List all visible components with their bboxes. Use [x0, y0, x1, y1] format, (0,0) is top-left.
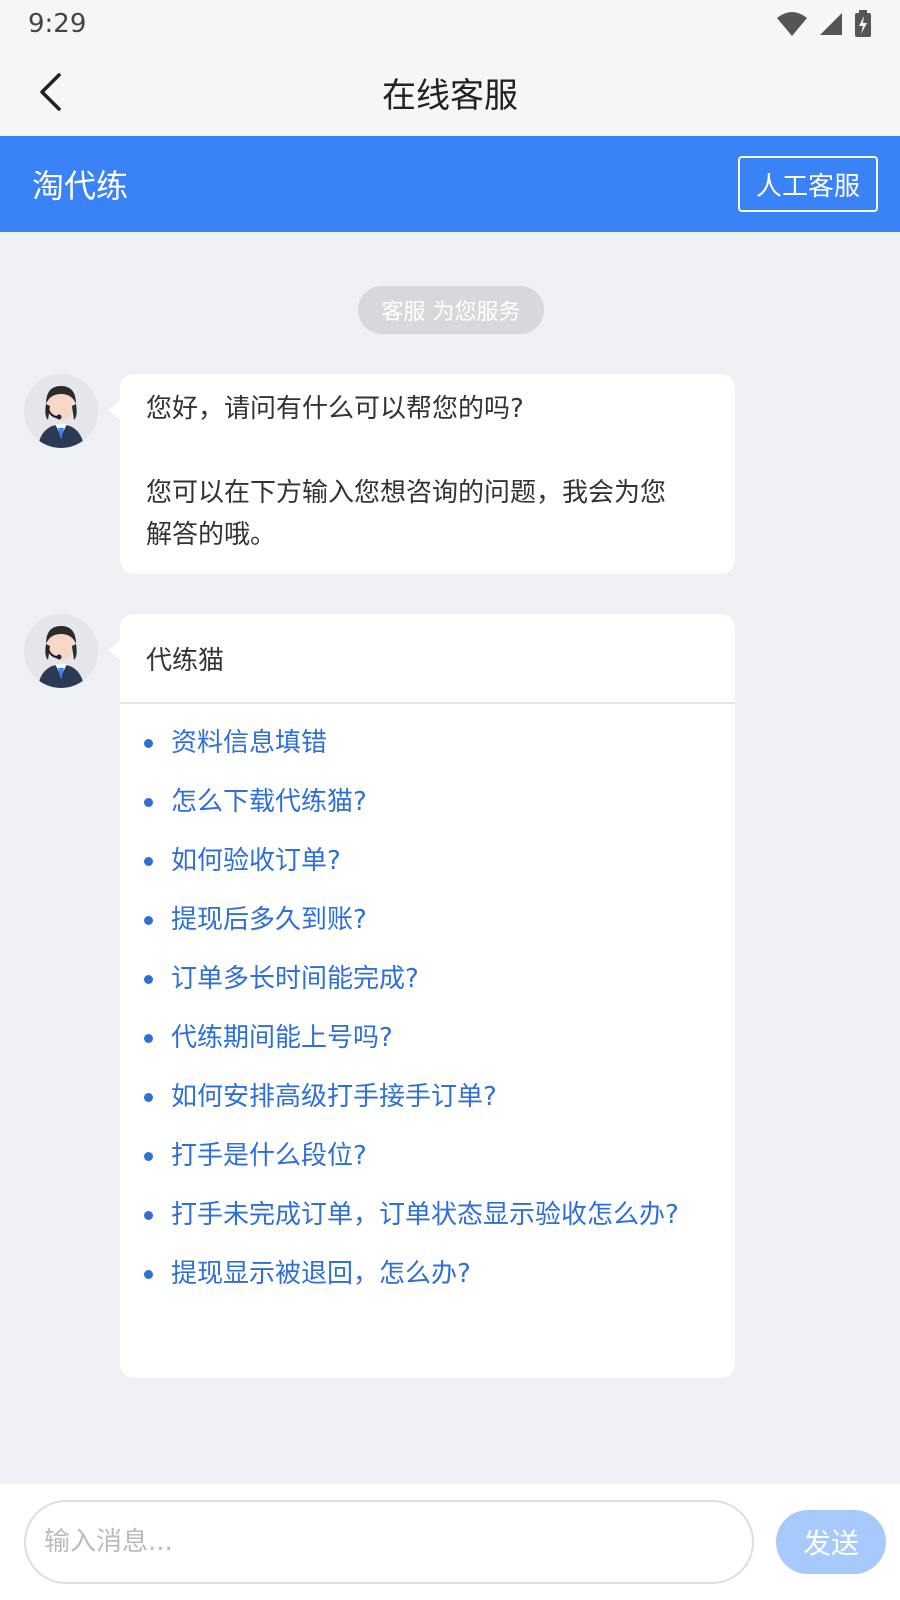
faq-item-label: 提现后多久到账? — [171, 905, 367, 935]
send-button[interactable]: 发送 — [776, 1510, 886, 1574]
faq-item[interactable]: 代练期间能上号吗? — [144, 1017, 709, 1059]
human-service-button[interactable]: 人工客服 — [737, 156, 878, 212]
agent-avatar — [24, 374, 98, 448]
customer-service-avatar-icon — [24, 614, 98, 688]
faq-item[interactable]: 如何验收订单? — [144, 840, 709, 882]
chevron-left-icon — [40, 73, 61, 111]
faq-item[interactable]: 怎么下载代练猫? — [144, 781, 709, 823]
faq-item-label: 提现显示被退回，怎么办? — [171, 1259, 471, 1289]
faq-item-label: 代练期间能上号吗? — [171, 1023, 393, 1053]
faq-item-label: 打手是什么段位? — [171, 1141, 367, 1171]
brand-bar: 淘代练 人工客服 — [0, 136, 900, 232]
faq-item-label: 订单多长时间能完成? — [171, 964, 419, 994]
bullet-dot — [144, 1034, 153, 1043]
system-notice: 客服 为您服务 — [358, 286, 544, 334]
faq-item[interactable]: 打手未完成订单，订单状态显示验收怎么办? — [144, 1194, 709, 1236]
message-text: 您好，请问有什么可以帮您的吗? — [146, 394, 524, 424]
bullet-dot — [144, 857, 153, 866]
chat-screen: 9:29 在线客服 淘代练 人工客服 客服 为您服务 您好，请问有什么可以帮您的… — [0, 0, 900, 1600]
page-title: 在线客服 — [382, 75, 518, 116]
message-text: 您可以在下方输入您想咨询的问题，我会为您 — [146, 478, 667, 508]
faq-item[interactable]: 提现后多久到账? — [144, 899, 709, 941]
wifi-icon — [776, 11, 808, 37]
agent-message-greeting: 您好，请问有什么可以帮您的吗? 您可以在下方输入您想咨询的问题，我会为您 解答的… — [108, 374, 735, 574]
faq-item[interactable]: 资料信息填错 — [144, 722, 709, 764]
faq-item-label: 怎么下载代练猫? — [171, 787, 367, 817]
faq-item-label: 如何安排高级打手接手订单? — [171, 1082, 497, 1112]
bullet-dot — [144, 1152, 153, 1161]
status-bar: 9:29 — [0, 0, 900, 48]
faq-item[interactable]: 提现显示被退回，怎么办? — [144, 1253, 709, 1295]
bullet-dot — [144, 1211, 153, 1220]
bullet-dot — [144, 739, 153, 748]
faq-item-label: 资料信息填错 — [171, 728, 328, 758]
status-icons — [776, 10, 872, 38]
faq-item-label: 如何验收订单? — [171, 846, 341, 876]
customer-service-avatar-icon — [24, 374, 98, 448]
nav-bar: 在线客服 — [0, 48, 900, 136]
bullet-dot — [144, 975, 153, 984]
bullet-dot — [144, 1093, 153, 1102]
message-input[interactable] — [24, 1500, 754, 1584]
message-text: 解答的哦。 — [146, 520, 277, 550]
status-time: 9:29 — [28, 9, 87, 39]
signal-icon — [818, 11, 844, 37]
input-bar: 发送 — [0, 1484, 900, 1600]
back-button[interactable] — [26, 68, 74, 116]
bullet-dot — [144, 1270, 153, 1279]
faq-title: 代练猫 — [120, 614, 735, 704]
bullet-dot — [144, 798, 153, 807]
faq-item[interactable]: 打手是什么段位? — [144, 1135, 709, 1177]
faq-item[interactable]: 如何安排高级打手接手订单? — [144, 1076, 709, 1118]
bullet-dot — [144, 916, 153, 925]
battery-charging-icon — [854, 10, 872, 38]
agent-message-faq: 代练猫 资料信息填错 怎么下载代练猫? 如何验收订单? 提现后多久到账? 订单多… — [108, 614, 735, 1378]
faq-list: 资料信息填错 怎么下载代练猫? 如何验收订单? 提现后多久到账? 订单多长时间能… — [120, 704, 735, 1295]
brand-name: 淘代练 — [32, 167, 129, 205]
faq-item-label: 打手未完成订单，订单状态显示验收怎么办? — [171, 1200, 679, 1230]
faq-item[interactable]: 订单多长时间能完成? — [144, 958, 709, 1000]
agent-avatar — [24, 614, 98, 688]
